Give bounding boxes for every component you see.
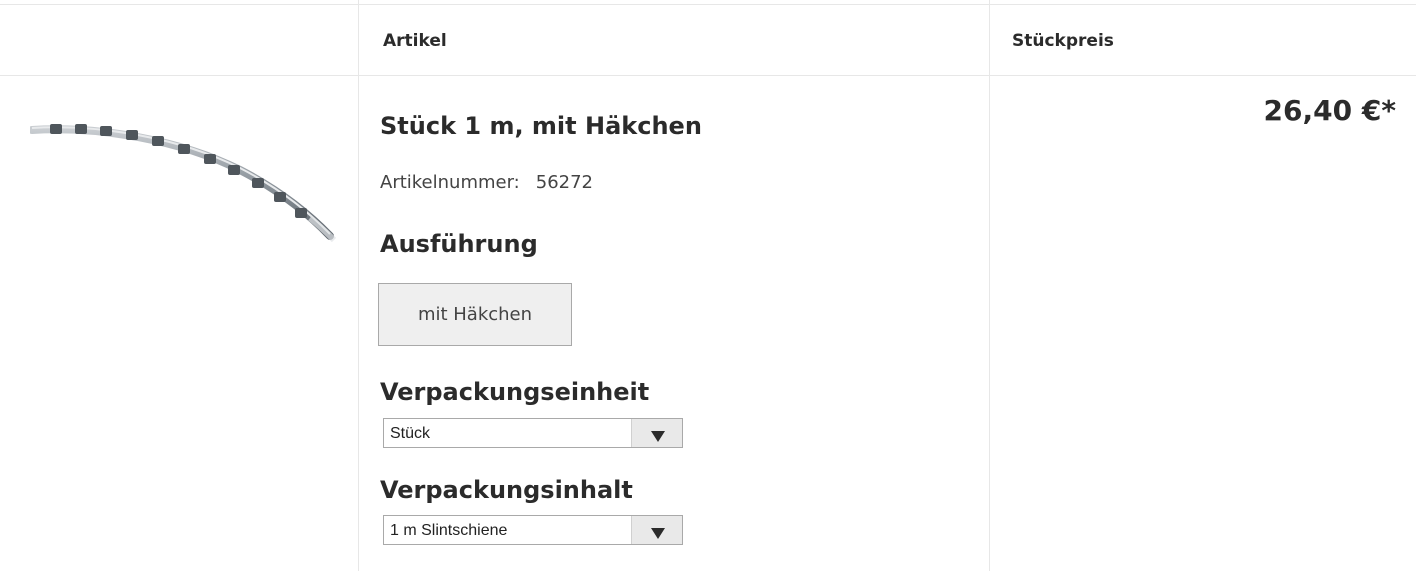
article-number-value: 56272 (535, 172, 594, 193)
column-divider (358, 0, 359, 571)
column-divider (989, 0, 990, 571)
chevron-down-icon (651, 528, 665, 539)
product-title[interactable]: Stück 1 m, mit Häkchen (380, 112, 702, 140)
header-unit-price: Stückpreis (1012, 31, 1114, 51)
chevron-down-icon (651, 431, 665, 442)
packaging-content-select[interactable]: 1 m Slintschiene (383, 515, 683, 545)
article-number-row: Artikelnummer: 56272 (380, 172, 593, 193)
packaging-unit-value: Stück (390, 425, 431, 442)
packaging-content-label: Verpackungsinhalt (380, 476, 633, 504)
row-divider (0, 75, 1416, 76)
packaging-unit-select[interactable]: Stück (383, 418, 683, 448)
product-image[interactable] (30, 118, 340, 248)
variant-section-label: Ausführung (380, 230, 538, 258)
article-number-label: Artikelnummer: (380, 172, 520, 193)
header-article: Artikel (383, 31, 447, 51)
unit-price: 26,40 €* (1263, 94, 1396, 127)
dropdown-toggle[interactable] (631, 516, 682, 544)
row-divider (0, 4, 1416, 5)
variant-option-button[interactable]: mit Häkchen (378, 283, 572, 346)
packaging-content-value: 1 m Slintschiene (390, 522, 508, 539)
cart-table: Artikel Stückpreis Stück 1 m, mit Häkche… (0, 0, 1416, 571)
dropdown-toggle[interactable] (631, 419, 682, 447)
packaging-unit-label: Verpackungseinheit (380, 378, 650, 406)
